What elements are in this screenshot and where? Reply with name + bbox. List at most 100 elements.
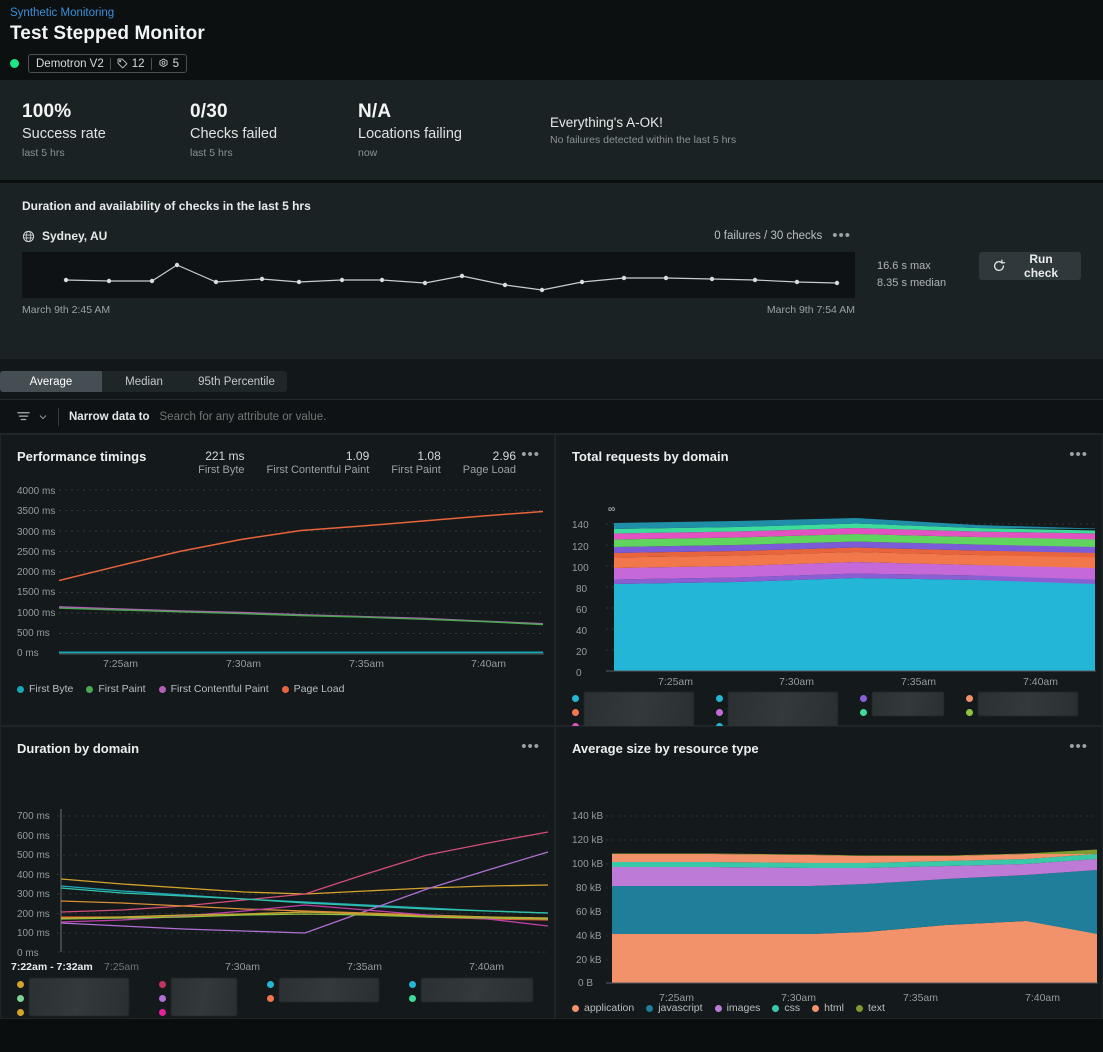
metric-value: 1.09 xyxy=(345,449,370,463)
average-size-kebab-menu[interactable]: ••• xyxy=(1069,739,1088,754)
y-tick: 0 ms xyxy=(17,648,39,659)
tab-average[interactable]: Average xyxy=(0,371,102,392)
x-tick: 7:40am xyxy=(469,961,505,973)
legend-dot-icon xyxy=(17,685,24,693)
duration-by-domain-plot[interactable]: 700 ms 600 ms 500 ms 400 ms 300 ms 200 m… xyxy=(1,756,554,973)
filter-control[interactable] xyxy=(16,409,48,424)
summary-value: N/A xyxy=(358,101,392,122)
tag-group[interactable]: 12 xyxy=(117,58,145,70)
tab-95th-percentile[interactable]: 95th Percentile xyxy=(186,371,287,392)
legend-group-redacted[interactable] xyxy=(716,692,838,730)
tab-median[interactable]: Median xyxy=(102,371,186,392)
total-requests-kebab-menu[interactable]: ••• xyxy=(1069,447,1088,462)
legend-dots xyxy=(716,692,723,730)
y-tick: 100 kB xyxy=(572,859,604,870)
availability-sparkline[interactable] xyxy=(22,252,855,298)
legend-item-first-byte[interactable]: First Byte xyxy=(17,683,73,695)
legend-dots xyxy=(966,692,973,716)
legend-group-redacted[interactable] xyxy=(159,978,237,1016)
y-tick: 200 ms xyxy=(17,909,50,920)
settings-group[interactable]: 5 xyxy=(158,58,179,70)
legend-label-redacted xyxy=(728,692,838,730)
legend-group-redacted[interactable] xyxy=(409,978,533,1016)
run-check-button[interactable]: Run check xyxy=(979,252,1081,280)
metric-label: First Contentful Paint xyxy=(266,464,370,476)
x-tick: 7:35am xyxy=(901,676,937,688)
chip-divider xyxy=(109,57,111,70)
legend-label-redacted xyxy=(421,978,533,1002)
legend-item-html[interactable]: html xyxy=(812,1002,844,1014)
legend-group-redacted[interactable] xyxy=(267,978,379,1016)
legend-dot-icon xyxy=(267,981,274,988)
metric-value: 221 ms xyxy=(205,449,245,463)
duration-by-domain-kebab-menu[interactable]: ••• xyxy=(521,739,540,754)
y-tick: 4000 ms xyxy=(17,486,56,497)
legend-group-redacted[interactable] xyxy=(966,692,1078,730)
legend-item-text[interactable]: text xyxy=(856,1002,885,1014)
breadcrumb[interactable]: Synthetic Monitoring xyxy=(10,6,1093,21)
y-tick: 3500 ms xyxy=(17,506,56,517)
legend-item-application[interactable]: application xyxy=(572,1002,634,1014)
legend-group-redacted[interactable] xyxy=(860,692,944,730)
legend-dot-icon xyxy=(812,1004,820,1012)
summary-label: Checks failed xyxy=(190,126,278,142)
card-performance-timings: Performance timings 221 ms First Byte 1.… xyxy=(0,434,555,726)
legend-item-images[interactable]: images xyxy=(714,1002,760,1014)
y-tick: 3000 ms xyxy=(17,527,56,538)
legend-label-redacted xyxy=(978,692,1078,716)
y-tick: 2000 ms xyxy=(17,567,56,578)
y-tick: 60 xyxy=(576,605,588,616)
summary-item-success-rate: 100% Success rate last 5 hrs xyxy=(22,101,190,159)
chip-divider-2 xyxy=(150,57,152,70)
legend-label: application xyxy=(584,1002,635,1014)
filter-icon[interactable] xyxy=(16,409,31,424)
performance-timings-kebab-menu[interactable]: ••• xyxy=(521,447,540,462)
max-stat: 16.6 s max xyxy=(877,260,931,272)
x-tick: 7:30am xyxy=(226,658,262,670)
aggregation-tabs: Average Median 95th Percentile xyxy=(0,371,287,392)
performance-timings-plot[interactable]: 4000 ms 3500 ms 3000 ms 2500 ms 2000 ms … xyxy=(1,476,554,670)
duration-kebab-menu[interactable]: ••• xyxy=(832,228,851,243)
y-tick: 1500 ms xyxy=(17,587,56,598)
status-dot-icon xyxy=(10,59,19,68)
legend-dot-icon xyxy=(17,995,24,1002)
median-stat: 8.35 s median xyxy=(877,277,947,289)
total-requests-plot[interactable]: ∞ 140 120 100 80 60 40 20 0 7:25am 7:30a… xyxy=(556,464,1102,688)
x-tick: 7:25am xyxy=(104,961,140,973)
legend-label: First Contentful Paint xyxy=(170,683,269,695)
duration-checks-row: 0 failures / 30 checks ••• xyxy=(714,228,851,243)
chevron-down-icon[interactable] xyxy=(38,412,48,422)
legend-label-redacted xyxy=(584,692,694,730)
legend-dot-icon xyxy=(716,695,723,702)
legend-dot-icon xyxy=(17,1009,24,1016)
checks-summary: 0 failures / 30 checks xyxy=(714,230,823,242)
hover-time-range: 7:22am - 7:32am xyxy=(11,961,93,973)
performance-timings-header: Performance timings 221 ms First Byte 1.… xyxy=(1,435,554,476)
legend-item-first-paint[interactable]: First Paint xyxy=(86,683,146,695)
performance-timings-svg xyxy=(59,489,544,655)
total-requests-svg xyxy=(606,518,1096,672)
entity-chip[interactable]: Demotron V2 12 5 xyxy=(28,54,187,73)
narrow-data-label: Narrow data to xyxy=(69,410,150,423)
refresh-icon xyxy=(992,259,1006,273)
duration-panel: Duration and availability of checks in t… xyxy=(0,183,1103,359)
summary-value: 0/30 xyxy=(190,101,228,122)
y-tick: 500 ms xyxy=(17,850,50,861)
summary-sub: last 5 hrs xyxy=(190,147,233,159)
aggregation-tabs-strip: Average Median 95th Percentile xyxy=(0,359,1103,399)
legend-item-page-load[interactable]: Page Load xyxy=(281,683,344,695)
card-title: Performance timings xyxy=(17,449,147,464)
sparkline-stats: 16.6 s max 8.35 s median xyxy=(877,252,965,292)
legend-group-redacted[interactable] xyxy=(17,978,129,1016)
search-input[interactable] xyxy=(159,410,640,423)
legend-dot-icon xyxy=(966,709,973,716)
legend-dot-icon xyxy=(159,1009,166,1016)
legend-group-redacted[interactable] xyxy=(572,692,694,730)
average-size-plot[interactable]: 140 kB 120 kB 100 kB 80 kB 60 kB 40 kB 2… xyxy=(556,756,1102,1004)
legend-item-first-contentful-paint[interactable]: First Contentful Paint xyxy=(158,683,269,695)
y-tick: 20 xyxy=(576,647,588,658)
y-tick: 120 xyxy=(572,542,589,553)
legend-dot-icon xyxy=(409,981,416,988)
performance-metrics: 221 ms First Byte 1.09 First Contentful … xyxy=(176,449,538,476)
y-tick: 20 kB xyxy=(576,955,602,966)
